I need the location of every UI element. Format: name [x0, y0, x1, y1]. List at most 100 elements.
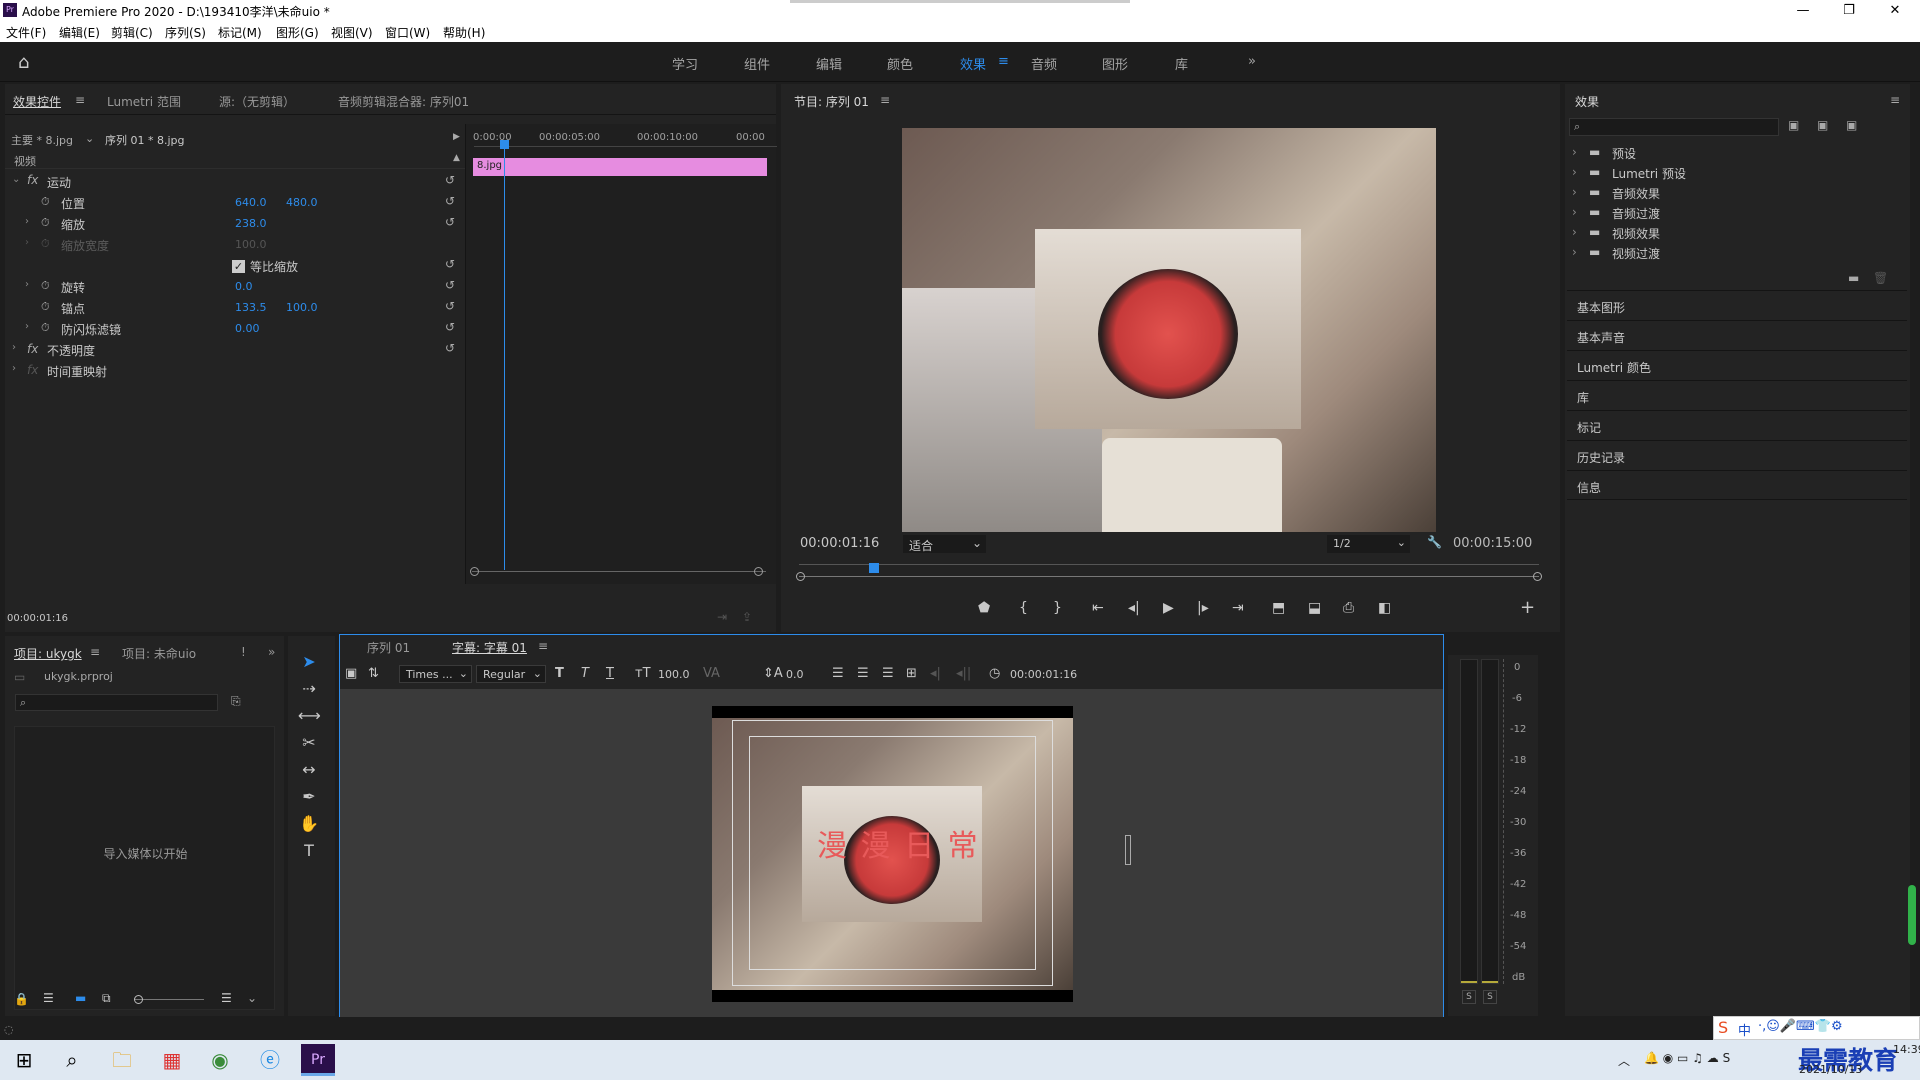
program-title[interactable]: 节目: 序列 01: [794, 93, 869, 110]
titler-timecode[interactable]: 00:00:01:16: [1010, 668, 1077, 681]
add-marker-icon[interactable]: ⬟: [978, 600, 990, 616]
reset-icon[interactable]: ↺: [445, 173, 455, 187]
program-video-frame[interactable]: [902, 128, 1436, 532]
trash-icon[interactable]: 🗑: [1873, 271, 1888, 285]
ws-color[interactable]: 颜色: [887, 54, 913, 73]
ime-tools-icon[interactable]: ·,☺🎤⌨👕⚙: [1758, 1019, 1843, 1034]
ime-toolbar[interactable]: S 中 ·,☺🎤⌨👕⚙: [1713, 1016, 1920, 1040]
razor-tool-icon[interactable]: ✂: [298, 732, 320, 754]
clock-time[interactable]: 14:39: [1893, 1043, 1920, 1056]
font-size-icon[interactable]: ᴛT: [635, 666, 651, 681]
lock-icon[interactable]: 🔒: [14, 992, 29, 1006]
reset-icon[interactable]: ↺: [445, 278, 455, 292]
panel-markers[interactable]: 标记: [1567, 410, 1907, 440]
icon-view-icon[interactable]: ▬: [75, 991, 86, 1005]
effects-item[interactable]: › ▬ 视频效果: [1572, 225, 1902, 243]
tab-lumetri-scopes[interactable]: Lumetri 范围: [107, 93, 181, 110]
play-arrow-icon[interactable]: ▶: [453, 132, 460, 142]
wrench-icon[interactable]: 🔧: [1427, 535, 1442, 549]
slip-tool-icon[interactable]: ↔: [298, 759, 320, 781]
zoom-slider-thumb[interactable]: [134, 995, 143, 1004]
more-workspaces-icon[interactable]: »: [1248, 54, 1256, 69]
leading-icon[interactable]: ⇕A: [763, 666, 783, 681]
ws-libraries[interactable]: 库: [1175, 54, 1188, 73]
app-icon[interactable]: ▦: [156, 1044, 188, 1076]
new-folder-icon[interactable]: ▬: [1848, 271, 1859, 285]
expand-icon[interactable]: ›: [25, 216, 29, 227]
reset-icon[interactable]: ↺: [445, 215, 455, 229]
sort-icon[interactable]: ☰: [221, 991, 232, 1005]
align-left-icon[interactable]: ☰: [832, 666, 844, 681]
titler-canvas[interactable]: 漫 漫 日 常: [712, 706, 1073, 1002]
program-playhead[interactable]: [869, 563, 879, 573]
fx-badge-icon[interactable]: fx: [27, 173, 38, 187]
chrome-icon[interactable]: ◉: [204, 1044, 236, 1076]
expand-icon[interactable]: ›: [25, 279, 29, 290]
pen-tool-icon[interactable]: ✒: [298, 786, 320, 808]
italic-icon[interactable]: T: [581, 666, 589, 681]
ws-assembly[interactable]: 组件: [744, 54, 770, 73]
ws-audio[interactable]: 音频: [1031, 54, 1057, 73]
play-icon[interactable]: ▶: [1163, 600, 1174, 616]
solo-left-button[interactable]: S: [1462, 990, 1476, 1004]
panel-menu-icon[interactable]: ≡: [90, 645, 100, 659]
clock-date[interactable]: 2021/10/13: [1799, 1063, 1862, 1076]
menu-graphics[interactable]: 图形(G): [276, 24, 319, 41]
stopwatch-icon[interactable]: ⏱: [41, 216, 50, 230]
position-y[interactable]: 480.0: [286, 196, 318, 209]
align-right-icon[interactable]: ☰: [882, 666, 894, 681]
tab-title-01[interactable]: 字幕: 字幕 01: [452, 639, 527, 656]
home-icon[interactable]: ⌂: [18, 52, 29, 73]
search-icon[interactable]: ⌕: [56, 1044, 88, 1076]
clip-bar[interactable]: 8.jpg: [473, 158, 767, 176]
more-panels-icon[interactable]: »: [268, 645, 275, 659]
stopwatch-icon[interactable]: ⏱: [41, 195, 50, 209]
panel-lumetri-color[interactable]: Lumetri 颜色: [1567, 350, 1907, 380]
reset-icon[interactable]: ↺: [445, 341, 455, 355]
hand-tool-icon[interactable]: ✋: [298, 813, 320, 835]
32bit-icon[interactable]: ▣: [1817, 118, 1828, 132]
title-text[interactable]: 漫 漫 日 常: [817, 821, 980, 865]
program-timeline[interactable]: [799, 564, 1539, 565]
collapse-icon[interactable]: ▲: [453, 153, 460, 163]
playhead-handle[interactable]: [500, 140, 509, 149]
stopwatch-icon[interactable]: ⏱: [41, 321, 50, 335]
windows-start-icon[interactable]: ⊞: [8, 1044, 40, 1076]
sequence-clip-label[interactable]: 序列 01 * 8.jpg: [105, 132, 185, 148]
tray-chevron-icon[interactable]: ︿: [1618, 1052, 1630, 1069]
anchor-y[interactable]: 100.0: [286, 301, 318, 314]
anchor-x[interactable]: 133.5: [235, 301, 267, 314]
lift-icon[interactable]: ⬒: [1272, 600, 1285, 616]
add-button-icon[interactable]: +: [1520, 597, 1535, 618]
program-timecode[interactable]: 00:00:01:16: [800, 536, 879, 551]
go-to-out-icon[interactable]: ⇥: [1232, 600, 1244, 616]
anti-flicker-value[interactable]: 0.00: [235, 322, 260, 335]
tab-audio-mixer[interactable]: 音频剪辑混合器: 序列01: [338, 93, 469, 110]
panel-menu-icon[interactable]: ≡: [1890, 93, 1900, 107]
scroll-handle-left[interactable]: [470, 567, 479, 576]
type-tool-icon[interactable]: T: [298, 840, 320, 862]
panel-info[interactable]: 信息: [1567, 470, 1907, 500]
yuv-icon[interactable]: ▣: [1846, 118, 1857, 132]
tab-project-ukygk[interactable]: 项目: ukygk: [14, 645, 82, 662]
menu-view[interactable]: 视图(V): [331, 24, 373, 41]
ec-timecode[interactable]: 00:00:01:16: [7, 613, 68, 624]
ec-timeline[interactable]: 0:00:00 00:00:05:00 00:00:10:00 00:00 8.…: [465, 124, 777, 584]
effects-item[interactable]: › ▬ 音频过渡: [1572, 205, 1902, 223]
effects-item[interactable]: › ▬ 预设: [1572, 145, 1902, 163]
panel-essential-sound[interactable]: 基本声音: [1567, 320, 1907, 350]
reset-icon[interactable]: ↺: [445, 299, 455, 313]
position-x[interactable]: 640.0: [235, 196, 267, 209]
freeform-view-icon[interactable]: ⧉: [102, 991, 111, 1006]
ime-mode[interactable]: 中: [1738, 1020, 1751, 1039]
file-explorer-icon[interactable]: 🗀: [106, 1044, 138, 1076]
effects-item[interactable]: › ▬ Lumetri 预设: [1572, 165, 1902, 183]
close-button[interactable]: ✕: [1872, 0, 1918, 21]
chevron-down-icon[interactable]: ⌄: [247, 991, 257, 1005]
zoom-bar[interactable]: [799, 576, 1539, 577]
ws-learn[interactable]: 学习: [672, 54, 698, 73]
new-bin-icon[interactable]: ⎘: [231, 694, 241, 709]
tab-effect-controls[interactable]: 效果控件: [13, 93, 61, 110]
font-size-value[interactable]: 100.0: [658, 668, 690, 681]
mark-in-icon[interactable]: {: [1019, 600, 1028, 616]
